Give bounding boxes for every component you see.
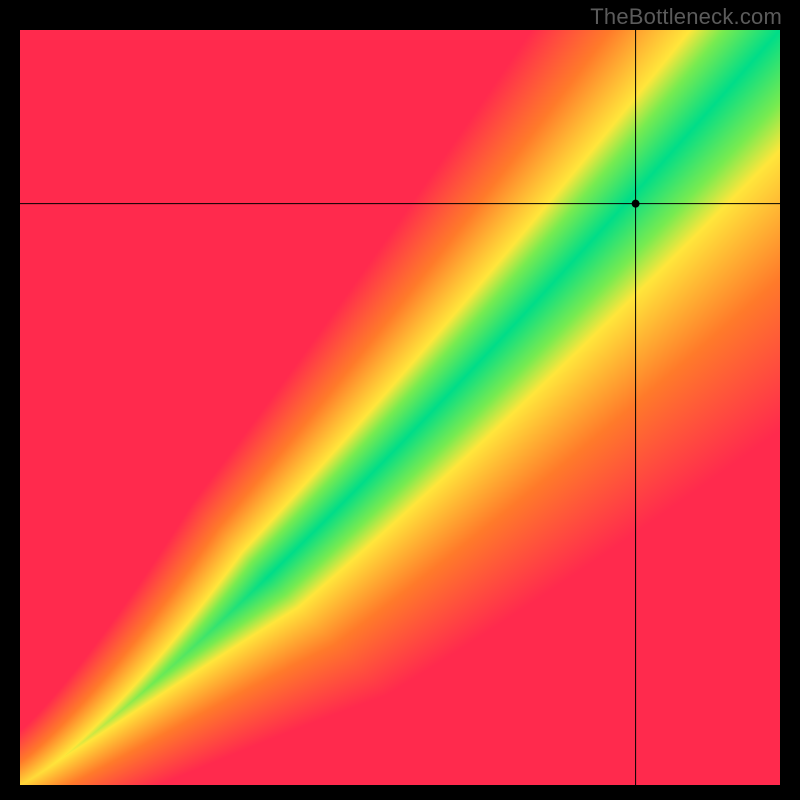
watermark-text: TheBottleneck.com: [590, 4, 782, 30]
overlay-svg: [20, 30, 780, 785]
crosshair-point: [632, 200, 640, 208]
plot-area: [20, 30, 780, 785]
chart-container: TheBottleneck.com: [0, 0, 800, 800]
